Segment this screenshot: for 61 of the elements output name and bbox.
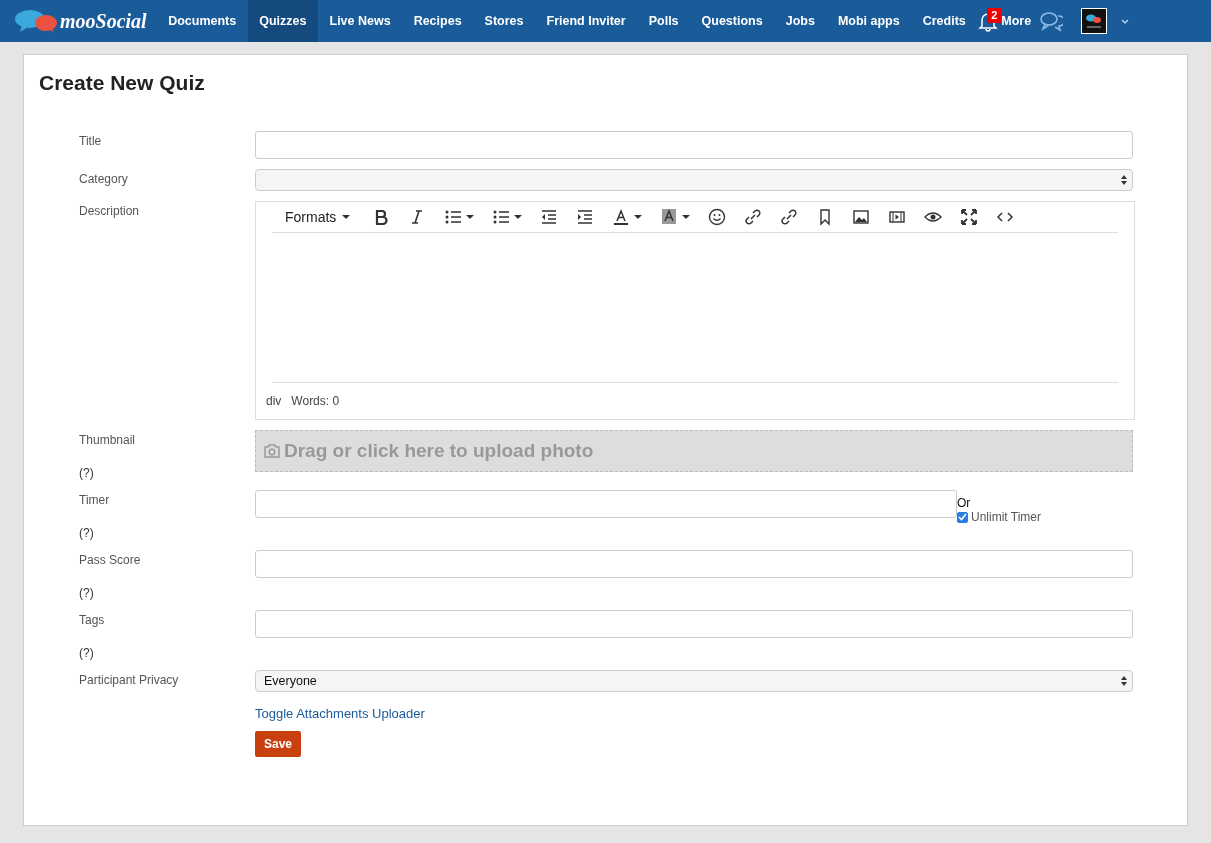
tags-field[interactable] bbox=[255, 610, 1133, 638]
site-logo[interactable]: mooSocial bbox=[60, 9, 147, 33]
nav-link[interactable]: Questions bbox=[690, 0, 775, 42]
rich-text-editor[interactable]: Formats div Words: 0 bbox=[255, 201, 1135, 420]
nav-link[interactable]: Polls bbox=[637, 0, 691, 42]
notification-badge: 2 bbox=[987, 8, 1002, 23]
more-menu[interactable]: More bbox=[999, 0, 1040, 42]
title-field[interactable] bbox=[255, 131, 1133, 159]
help-link[interactable]: (?) bbox=[79, 586, 255, 600]
field-label: Tags bbox=[79, 613, 106, 627]
unlink-icon[interactable] bbox=[780, 208, 799, 226]
privacy-select[interactable]: Everyone bbox=[255, 670, 1133, 692]
or-label: Or bbox=[957, 496, 972, 510]
field-label: Participant Privacy bbox=[79, 673, 180, 687]
pass-score-field[interactable] bbox=[255, 550, 1133, 578]
nav-link[interactable]: Documents bbox=[156, 0, 248, 42]
caret-icon[interactable] bbox=[1121, 18, 1130, 24]
save-button[interactable]: Save bbox=[255, 731, 302, 757]
field-label: Title bbox=[79, 134, 103, 148]
outdent-icon[interactable] bbox=[540, 208, 559, 226]
camera-icon bbox=[264, 444, 280, 458]
nav-link[interactable]: Jobs bbox=[774, 0, 827, 42]
nav-link[interactable]: Quizzes bbox=[247, 0, 318, 42]
up-down-arrows-icon bbox=[1121, 676, 1127, 686]
checkbox-label: Unlimit Timer bbox=[971, 510, 1041, 524]
nav-link[interactable]: Friend Inviter bbox=[535, 0, 638, 42]
unlimit-timer-checkbox[interactable] bbox=[957, 511, 968, 523]
video-icon[interactable] bbox=[888, 208, 907, 226]
field-label: Description bbox=[79, 204, 141, 218]
help-link[interactable]: (?) bbox=[79, 646, 255, 660]
nav-link[interactable]: Mobi apps bbox=[826, 0, 912, 42]
field-label: Category bbox=[79, 172, 129, 186]
image-icon[interactable] bbox=[852, 208, 871, 226]
page-title: Create New Quiz bbox=[39, 71, 206, 95]
word-count: Words: 0 bbox=[291, 394, 340, 408]
fullscreen-icon[interactable] bbox=[960, 208, 979, 226]
timer-field[interactable] bbox=[255, 490, 957, 518]
help-link[interactable]: (?) bbox=[79, 466, 255, 480]
nav-link[interactable]: Recipes bbox=[402, 0, 474, 42]
indent-icon[interactable] bbox=[576, 208, 595, 226]
smiley-icon[interactable] bbox=[708, 208, 727, 226]
field-label: Timer bbox=[79, 493, 111, 507]
bgcolor-icon[interactable] bbox=[660, 208, 679, 226]
element-path[interactable]: div bbox=[266, 394, 282, 408]
nav-link[interactable]: Live News bbox=[318, 0, 403, 42]
bullets-icon[interactable] bbox=[444, 208, 463, 226]
nav-link[interactable]: Stores bbox=[473, 0, 535, 42]
nav-link[interactable]: Credits bbox=[911, 0, 978, 42]
numbers-icon[interactable] bbox=[492, 208, 511, 226]
avatar-icon[interactable] bbox=[1081, 8, 1108, 34]
upload-prompt: Drag or click here to upload photo bbox=[284, 440, 594, 462]
field-label: Pass Score bbox=[79, 553, 142, 567]
toggle-attachments-link[interactable]: Toggle Attachments Uploader bbox=[255, 706, 425, 721]
fontcolor-icon[interactable] bbox=[612, 208, 631, 226]
speech-bubbles-icon[interactable] bbox=[14, 9, 58, 33]
formats-dropdown[interactable]: Formats bbox=[272, 209, 364, 225]
up-down-arrows-icon bbox=[1121, 175, 1127, 185]
field-label: Thumbnail bbox=[79, 433, 137, 447]
help-link[interactable]: (?) bbox=[79, 526, 255, 540]
link-icon[interactable] bbox=[744, 208, 763, 226]
chat-icon[interactable] bbox=[1039, 10, 1064, 32]
